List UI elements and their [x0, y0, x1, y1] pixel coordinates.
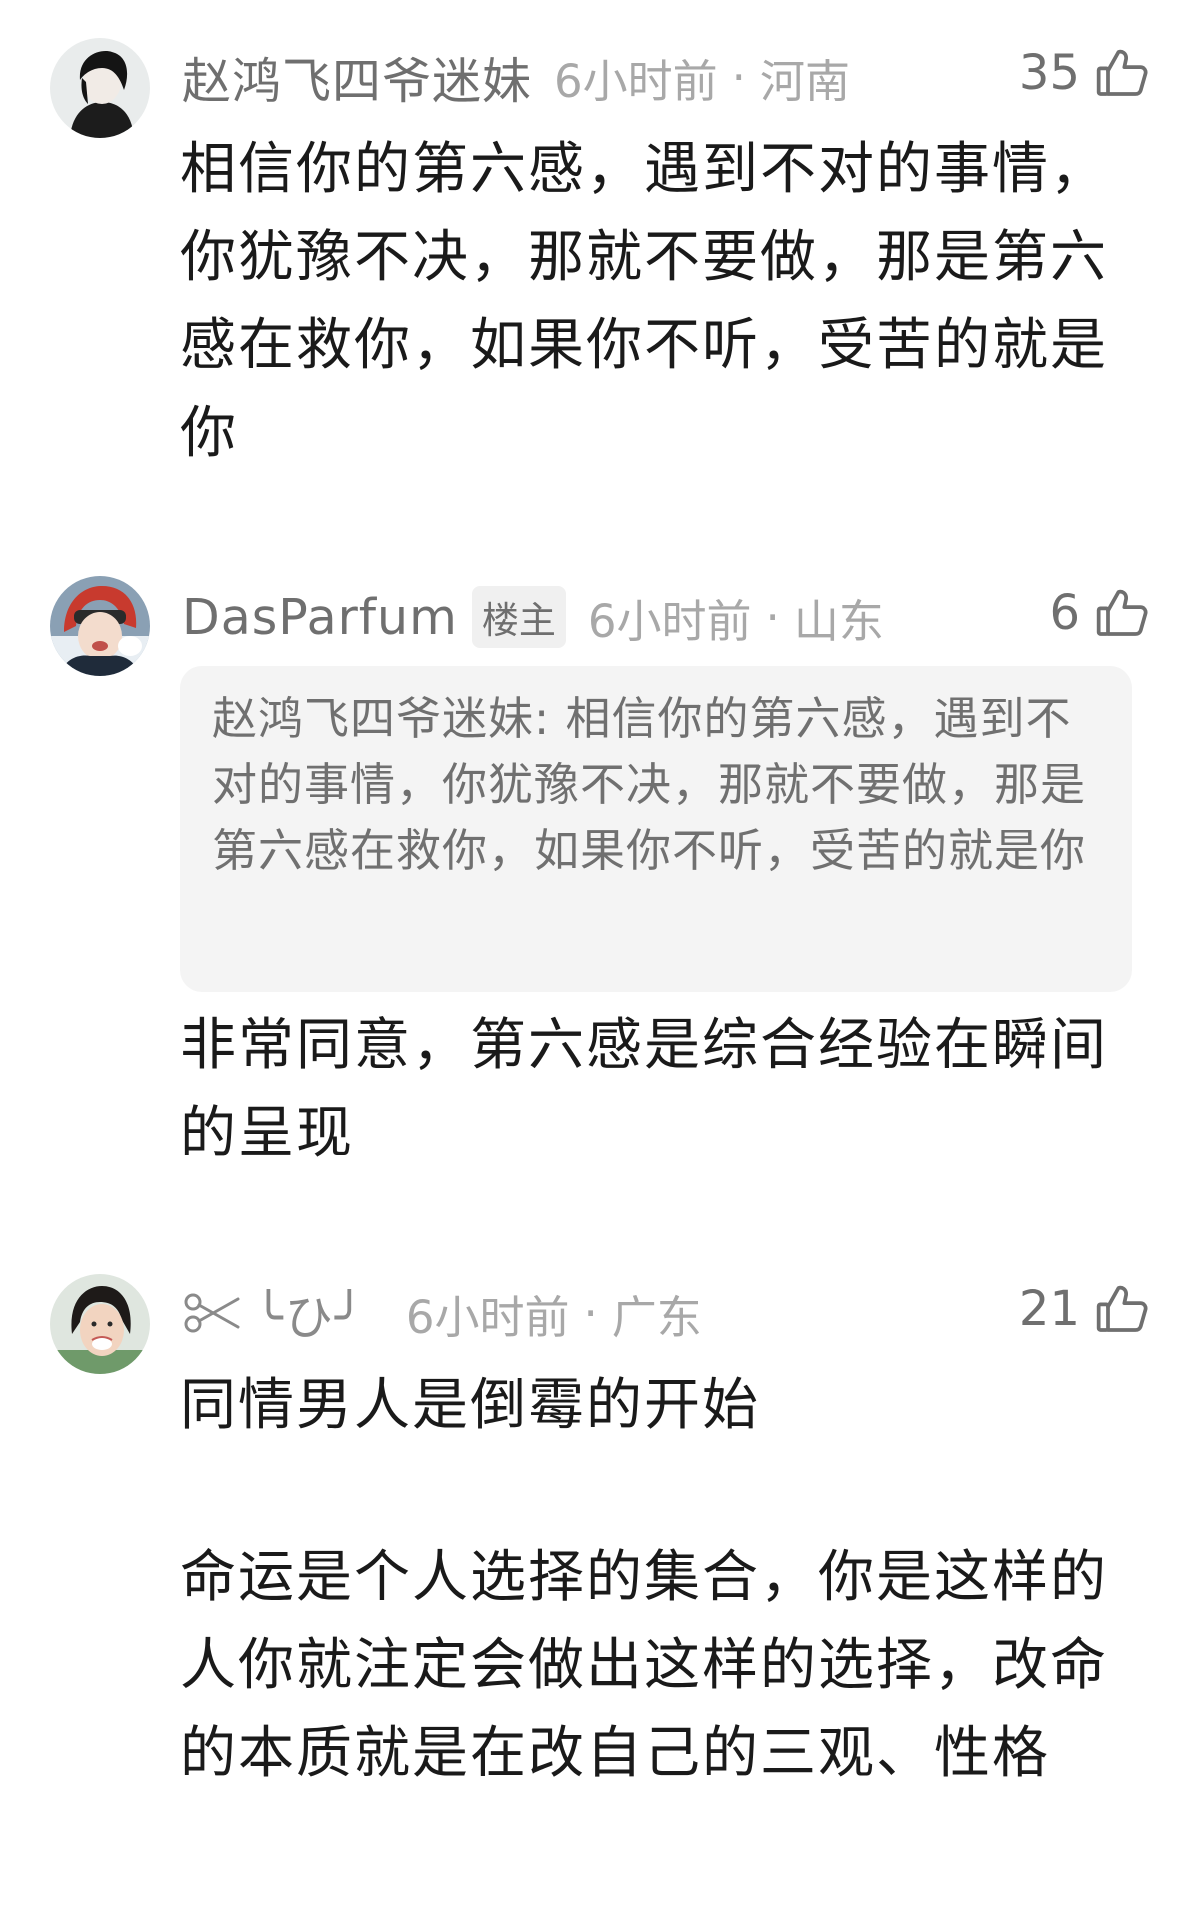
comment-meta: 赵鸿飞四爷迷妹 6小时前 · 河南	[182, 42, 850, 112]
comment-location: 广东	[611, 1290, 702, 1344]
comment-meta: ╰ひ╯ 6小时前 · 广东	[182, 1278, 702, 1348]
scissors-icon	[182, 1291, 242, 1335]
comment-location: 山东	[793, 594, 884, 648]
comment-text: 同情男人是倒霉的开始	[180, 1373, 760, 1438]
separator-dot: ·	[583, 1286, 598, 1340]
comment-location: 河南	[759, 54, 850, 108]
like-button[interactable]: 21	[1019, 1274, 1150, 1344]
avatar-image	[50, 38, 150, 138]
like-button[interactable]: 6	[1049, 578, 1150, 648]
avatar[interactable]	[50, 38, 150, 138]
comment-item: DasParfum 楼主 6小时前 · 山东 6 赵鸿飞四爷迷妹: 相信你的第六…	[0, 560, 1200, 1200]
comment-text: 非常同意，第六感是综合经验在瞬间的呈现	[180, 1013, 1108, 1166]
comment-item: 赵鸿飞四爷迷妹 6小时前 · 河南 35 相信你的第六感，遇到不对的事情，你犹豫…	[0, 0, 1200, 466]
separator-dot: ·	[765, 590, 780, 644]
comment-text: 相信你的第六感，遇到不对的事情，你犹豫不决，那就不要做，那是第六感在救你，如果你…	[180, 137, 1108, 466]
like-count: 6	[1049, 585, 1080, 641]
avatar[interactable]	[50, 1274, 150, 1374]
thumbs-up-icon	[1094, 45, 1150, 101]
quoted-comment-text: 赵鸿飞四爷迷妹: 相信你的第六感，遇到不对的事情，你犹豫不决，那就不要做，那是第…	[212, 692, 1087, 877]
comment-item: ╰ひ╯ 6小时前 · 广东 21 同情男人是倒霉的开始 命运是个人选择的集合，你…	[0, 1260, 1200, 1932]
separator-dot: ·	[731, 50, 746, 104]
username[interactable]: ╰ひ╯	[254, 1278, 366, 1348]
comment-time: 6小时前	[587, 594, 752, 648]
comment-time: 6小时前	[405, 1290, 570, 1344]
host-badge: 楼主	[471, 586, 566, 648]
like-count: 21	[1018, 1281, 1080, 1337]
username[interactable]: DasParfum	[182, 589, 458, 646]
comment-text: 命运是个人选择的集合，你是这样的人你就注定会做出这样的选择，改命的本质就是在改自…	[180, 1545, 1108, 1786]
like-count: 35	[1018, 45, 1080, 101]
quoted-comment[interactable]: 赵鸿飞四爷迷妹: 相信你的第六感，遇到不对的事情，你犹豫不决，那就不要做，那是第…	[180, 666, 1132, 992]
avatar-image	[50, 1274, 150, 1374]
username[interactable]: 赵鸿飞四爷迷妹	[182, 42, 532, 113]
thumbs-up-icon	[1094, 1281, 1150, 1337]
like-button[interactable]: 35	[1019, 38, 1150, 108]
comment-meta: DasParfum 楼主 6小时前 · 山东	[182, 582, 884, 652]
comment-time: 6小时前	[554, 54, 718, 108]
thumbs-up-icon	[1094, 585, 1150, 641]
avatar-image	[50, 576, 150, 676]
avatar[interactable]	[50, 576, 150, 676]
